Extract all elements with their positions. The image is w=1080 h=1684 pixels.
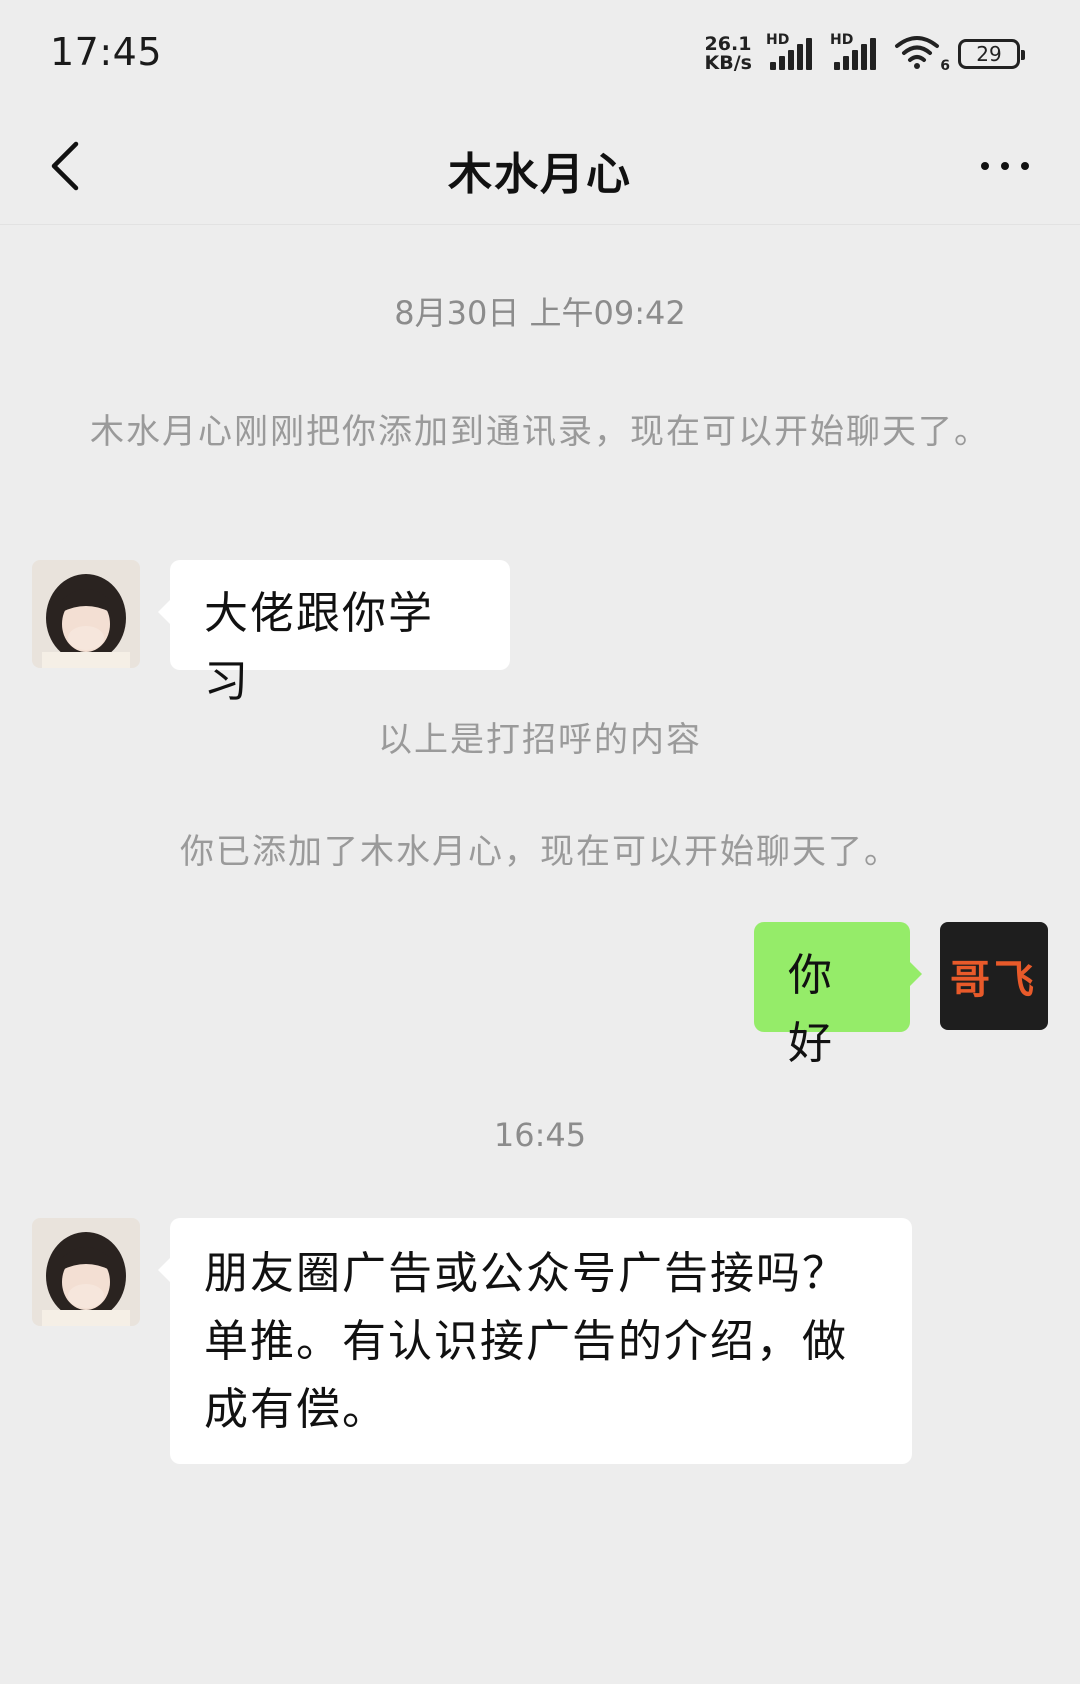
sim1-hd-label: HD bbox=[766, 32, 790, 48]
wifi-version-label: 6 bbox=[940, 58, 950, 74]
battery-icon: 29 bbox=[958, 39, 1025, 69]
status-time: 17:45 bbox=[50, 30, 163, 74]
status-icons: 26.1 KB/s HD HD 6 29 bbox=[705, 32, 1025, 76]
contact-avatar[interactable] bbox=[32, 560, 140, 668]
message-text: 大佬跟你学习 bbox=[204, 588, 434, 707]
page-title: 木水月心 bbox=[448, 149, 632, 200]
more-options-button[interactable] bbox=[960, 130, 1050, 202]
message-text: 你好 bbox=[788, 950, 834, 1069]
status-bar: 17:45 26.1 KB/s HD HD 6 29 bbox=[0, 0, 1080, 108]
message-text: 朋友圈广告或公众号广告接吗？单推。有认识接广告的介绍，做成有偿。 bbox=[204, 1248, 848, 1435]
timestamp: 16:45 bbox=[493, 1116, 587, 1154]
more-dots-icon bbox=[981, 162, 989, 170]
wifi-icon: 6 bbox=[894, 34, 950, 74]
greeting-note: 以上是打招呼的内容 bbox=[378, 720, 702, 760]
sim2-hd-label: HD bbox=[830, 32, 854, 48]
system-message: 你已添加了木水月心，现在可以开始聊天了。 bbox=[180, 832, 900, 872]
timestamp: 8月30日 上午09:42 bbox=[394, 294, 686, 332]
incoming-message-bubble[interactable]: 大佬跟你学习 bbox=[158, 560, 510, 707]
outgoing-message-bubble[interactable]: 你好 bbox=[754, 922, 922, 1069]
network-speed-unit: KB/s bbox=[704, 52, 752, 74]
incoming-message-bubble[interactable]: 朋友圈广告或公众号广告接吗？单推。有认识接广告的介绍，做成有偿。 bbox=[158, 1218, 912, 1464]
chat-header: 木水月心 bbox=[0, 108, 1080, 225]
my-avatar-text: 哥飞 bbox=[950, 957, 1038, 1003]
contact-avatar[interactable] bbox=[32, 1218, 140, 1326]
system-message: 木水月心刚刚把你添加到通讯录，现在可以开始聊天了。 bbox=[90, 412, 990, 452]
signal-sim2-icon: HD bbox=[830, 32, 880, 74]
my-avatar[interactable]: 哥飞 bbox=[940, 922, 1048, 1030]
network-speed: 26.1 KB/s bbox=[705, 35, 752, 73]
battery-level: 29 bbox=[976, 42, 1002, 66]
signal-sim1-icon: HD bbox=[766, 32, 816, 74]
